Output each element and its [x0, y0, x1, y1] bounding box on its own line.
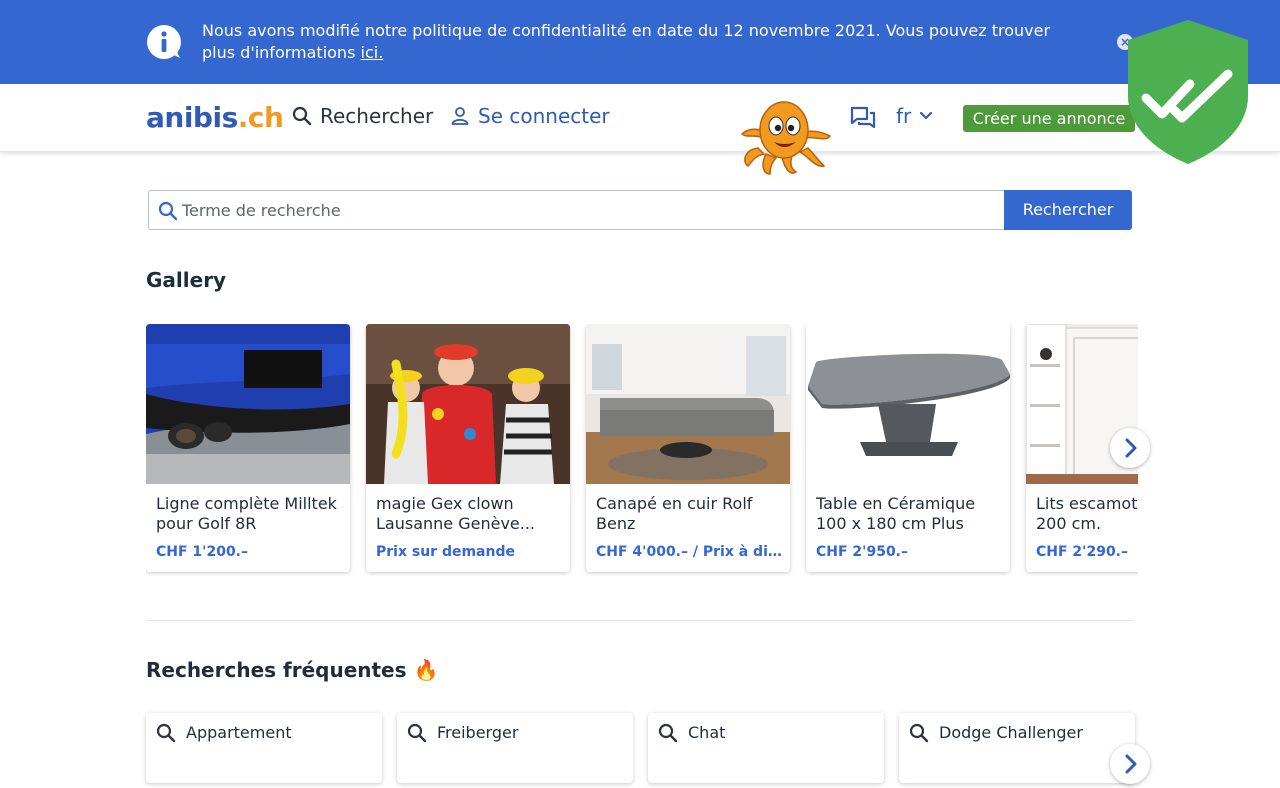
frequent-search-item[interactable]: Dodge Challenger [899, 713, 1135, 783]
search-icon [909, 723, 929, 743]
gallery-title: Gallery [146, 268, 227, 292]
site-logo[interactable]: anibis.ch [146, 100, 284, 136]
search-icon [292, 106, 312, 126]
listing-price: CHF 4'000.– / Prix à discut... [596, 544, 784, 560]
gallery-card[interactable]: Canapé en cuir Rolf Benz CHF 4'000.– / P… [586, 324, 790, 572]
header-search-label: Rechercher [320, 104, 434, 128]
shield-check-icon [1128, 20, 1248, 164]
listing-price: CHF 2'950.– [816, 544, 908, 560]
frequent-search-item[interactable]: Freiberger [397, 713, 633, 783]
frequent-search-label: Appartement [186, 723, 292, 742]
section-divider [146, 620, 1134, 621]
create-listing-button[interactable]: Créer une annonce [963, 105, 1135, 132]
gallery-card[interactable]: Ligne complète Milltek pour Golf 8R CHF … [146, 324, 350, 572]
search-input[interactable]: Terme de recherche [148, 190, 1005, 230]
gallery-card[interactable]: Table en Céramique 100 x 180 cm Plus une… [806, 324, 1010, 572]
search-button[interactable]: Rechercher [1004, 190, 1132, 230]
chevron-down-icon [920, 111, 933, 120]
frequent-search-item[interactable]: Chat [648, 713, 884, 783]
chevron-right-icon [1125, 438, 1137, 458]
user-icon [451, 107, 469, 125]
chevron-right-icon [1125, 754, 1137, 774]
privacy-notice-banner: Nous avons modifié notre politique de co… [0, 0, 1280, 84]
frequent-searches-title: Recherches fréquentes 🔥 [146, 658, 439, 682]
frequent-search-label: Chat [688, 723, 726, 742]
chat-icon[interactable] [850, 106, 876, 130]
frequent-search-label: Freiberger [437, 723, 519, 742]
logo-main: anibis [146, 101, 238, 134]
search-icon [658, 723, 678, 743]
frequent-search-item[interactable]: Appartement [146, 713, 382, 783]
listing-image-table [806, 324, 1010, 484]
notice-text: Nous avons modifié notre politique de co… [202, 20, 1082, 64]
language-value: fr [896, 104, 912, 128]
notice-message: Nous avons modifié notre politique de co… [202, 21, 1051, 62]
gallery-carousel: Ligne complète Milltek pour Golf 8R CHF … [146, 324, 1138, 576]
search-bar: Terme de recherche Rechercher [148, 190, 1132, 230]
header-search-link[interactable]: Rechercher [292, 104, 433, 128]
listing-image-clown [366, 324, 570, 484]
listing-price: CHF 1'200.– [156, 544, 248, 560]
listing-title: Ligne complète Milltek pour Golf 8R [156, 494, 337, 533]
octopus-mascot-icon [740, 101, 832, 175]
logo-tld: .ch [237, 101, 284, 134]
login-label: Se connecter [478, 104, 610, 128]
listing-image-sofa [586, 324, 790, 484]
listing-title: magie Gex clown Lausanne Genève... [376, 494, 536, 533]
listing-image-car-exhaust [146, 324, 350, 484]
language-selector[interactable]: fr [896, 104, 933, 128]
gallery-card[interactable]: magie Gex clown Lausanne Genève... Prix … [366, 324, 570, 572]
listing-title: Table en Céramique 100 x 180 cm Plus une… [816, 494, 976, 533]
search-icon [158, 201, 178, 221]
gallery-next-button[interactable] [1110, 428, 1150, 468]
frequent-search-label: Dodge Challenger [939, 723, 1083, 742]
listing-price: CHF 2'290.– [1036, 544, 1128, 560]
login-link[interactable]: Se connecter [450, 104, 610, 128]
search-icon [407, 723, 427, 743]
notice-link[interactable]: ici. [361, 43, 384, 62]
listing-price: Prix sur demande [376, 544, 515, 560]
search-icon [156, 723, 176, 743]
listing-title: Lits escamota 140 x 200 cm. [1036, 494, 1138, 533]
info-icon [147, 25, 181, 59]
frequent-next-button[interactable] [1110, 744, 1150, 784]
search-placeholder: Terme de recherche [182, 201, 341, 220]
listing-title: Canapé en cuir Rolf Benz [596, 494, 753, 533]
